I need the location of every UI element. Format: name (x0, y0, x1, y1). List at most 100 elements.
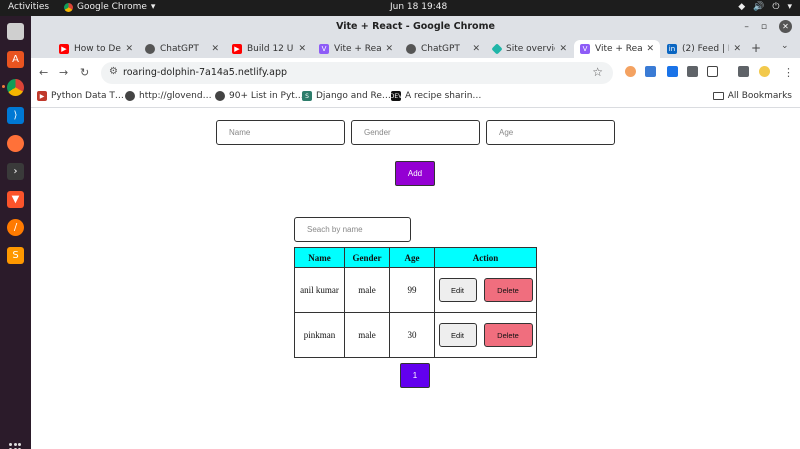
show-apps-icon[interactable] (9, 443, 21, 449)
close-tab-icon[interactable]: ✕ (472, 44, 480, 54)
files-icon[interactable] (7, 23, 24, 40)
activities-button[interactable]: Activities (8, 2, 49, 12)
tab[interactable]: in (2) Feed | Li ✕ (661, 40, 747, 58)
column-header-name: Name (294, 247, 345, 268)
extensions-puzzle-icon[interactable] (707, 66, 718, 77)
back-button[interactable]: ← (39, 66, 48, 79)
extension-icon[interactable] (687, 66, 698, 77)
app-center-icon[interactable]: A (7, 51, 24, 68)
name-input[interactable]: Name (216, 120, 345, 145)
youtube-icon: ▶ (232, 44, 242, 54)
system-tray[interactable]: ◆ 🔊 ⏻ ▾ (738, 2, 792, 12)
cell-name: pinkman (294, 312, 345, 358)
page-content: Name Gender Age Add Seach by name Name G… (31, 108, 800, 449)
cell-action: Edit Delete (434, 312, 537, 358)
minimize-button[interactable]: – (744, 22, 749, 32)
extension-icon[interactable] (625, 66, 636, 77)
search-input[interactable]: Seach by name (294, 217, 411, 242)
media-control-icon[interactable] (738, 66, 749, 77)
cell-gender: male (344, 267, 390, 313)
window-controls: – ▫ ✕ (744, 20, 792, 33)
cell-name: anil kumar (294, 267, 345, 313)
linkedin-icon: in (667, 44, 677, 54)
people-table: Name Gender Age Action anil kumar male 9… (294, 247, 537, 358)
postman-icon[interactable]: / (7, 219, 24, 236)
brave-icon[interactable]: ▼ (7, 191, 24, 208)
url-text[interactable]: roaring-dolphin-7a14a5.netlify.app (123, 67, 287, 78)
dock: A ⟩ › ▼ / S (0, 16, 31, 449)
bookmark-item[interactable]: 90+ List in Pyt… (215, 91, 304, 101)
cell-gender: male (344, 312, 390, 358)
openai-icon (406, 44, 416, 54)
pagination-button[interactable]: 1 (400, 363, 430, 388)
chrome-icon (64, 2, 73, 12)
window-title: Vite + React - Google Chrome (336, 21, 495, 32)
column-header-action: Action (434, 247, 537, 268)
close-tab-icon[interactable]: ✕ (559, 44, 567, 54)
close-tab-icon[interactable]: ✕ (298, 44, 306, 54)
tab-active[interactable]: V Vite + Reac ✕ (574, 40, 660, 58)
firefox-icon[interactable] (7, 135, 24, 152)
folder-icon (712, 92, 724, 100)
close-tab-icon[interactable]: ✕ (211, 44, 219, 54)
new-tab-button[interactable]: + (751, 41, 761, 55)
chevron-down-icon: ▾ (150, 2, 156, 12)
site-info-icon[interactable]: ⚙ (109, 66, 118, 77)
clock[interactable]: Jun 18 19:48 (390, 2, 447, 12)
tab[interactable]: ChatGPT ✕ (400, 40, 486, 58)
terminal-icon[interactable]: › (7, 163, 24, 180)
tab-search-button[interactable]: ⌄ (781, 41, 789, 51)
reload-button[interactable]: ↻ (80, 66, 89, 79)
tab[interactable]: ChatGPT ✕ (139, 40, 225, 58)
tab[interactable]: ▶ How to Dep ✕ (53, 40, 139, 58)
tab[interactable]: ▶ Build 12 Ui ✕ (226, 40, 312, 58)
close-tab-icon[interactable]: ✕ (385, 44, 393, 54)
age-input[interactable]: Age (486, 120, 615, 145)
tab-strip: ▶ How to Dep ✕ ChatGPT ✕ ▶ Build 12 Ui ✕… (31, 38, 800, 58)
all-bookmarks-button[interactable]: All Bookmarks (712, 91, 792, 101)
bookmark-star-icon[interactable]: ☆ (592, 65, 603, 79)
react-devtools-icon[interactable] (645, 66, 656, 77)
bookmark-item[interactable]: http://glovend… (125, 91, 212, 101)
tab[interactable]: V Vite + Reac ✕ (313, 40, 399, 58)
close-window-button[interactable]: ✕ (779, 20, 792, 33)
column-header-age: Age (389, 247, 435, 268)
app-menu[interactable]: Google Chrome ▾ (64, 2, 155, 12)
cell-age: 99 (389, 267, 435, 313)
close-tab-icon[interactable]: ✕ (646, 44, 654, 54)
sublime-icon[interactable]: S (7, 247, 24, 264)
edit-button[interactable]: Edit (438, 278, 477, 302)
power-icon: ⏻ (772, 2, 780, 12)
delete-button[interactable]: Delete (483, 278, 533, 302)
gender-input[interactable]: Gender (351, 120, 480, 145)
menu-icon[interactable]: ⋮ (783, 66, 794, 79)
tab[interactable]: Site overvie ✕ (487, 40, 573, 58)
chevron-down-icon: ▾ (787, 2, 792, 12)
cell-age: 30 (389, 312, 435, 358)
vite-icon: V (319, 44, 329, 54)
table-row: anil kumar male 99 Edit Delete (294, 267, 537, 313)
cell-action: Edit Delete (434, 267, 537, 313)
system-top-bar: Activities Google Chrome ▾ Jun 18 19:48 … (0, 0, 800, 16)
address-bar[interactable]: ⚙ roaring-dolphin-7a14a5.netlify.app ☆ (101, 62, 613, 84)
active-indicator (2, 85, 5, 88)
bookmark-item[interactable]: ▶ Python Data T… (37, 91, 124, 101)
restore-button[interactable]: ▫ (761, 22, 767, 32)
netlify-icon (491, 43, 503, 55)
youtube-icon: ▶ (59, 44, 69, 54)
add-button[interactable]: Add (395, 161, 435, 186)
globe-icon (125, 91, 135, 101)
edit-button[interactable]: Edit (438, 323, 477, 347)
bookmark-item[interactable]: S Django and Re… (302, 91, 391, 101)
forward-button[interactable]: → (59, 66, 68, 79)
title-bar: Vite + React - Google Chrome – ▫ ✕ (31, 16, 800, 38)
vscode-icon[interactable]: ⟩ (7, 107, 24, 124)
delete-button[interactable]: Delete (483, 323, 533, 347)
column-header-gender: Gender (344, 247, 390, 268)
close-tab-icon[interactable]: ✕ (125, 44, 133, 54)
extension-icon[interactable] (667, 66, 678, 77)
close-tab-icon[interactable]: ✕ (733, 44, 741, 54)
chrome-icon[interactable] (7, 79, 24, 96)
profile-avatar[interactable] (759, 66, 770, 77)
bookmark-item[interactable]: DEV A recipe sharin… (390, 91, 481, 101)
